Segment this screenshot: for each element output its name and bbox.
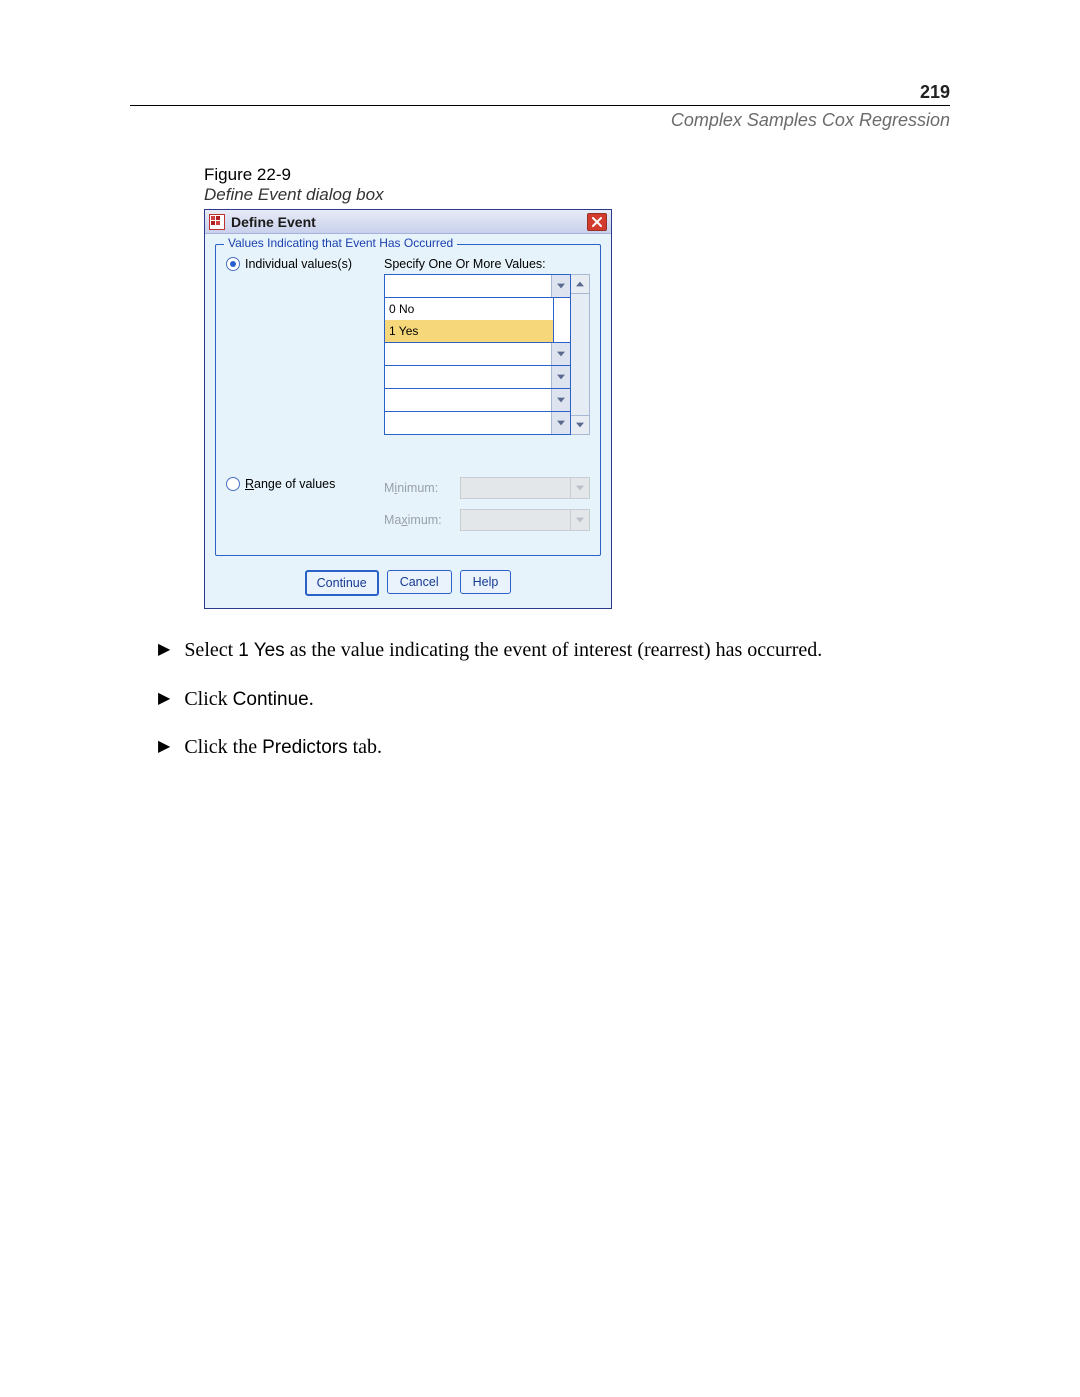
values-cell xyxy=(385,275,551,297)
chevron-down-icon xyxy=(576,485,584,491)
chevron-down-icon xyxy=(576,422,584,428)
radio-dot-icon xyxy=(226,257,240,271)
chevron-down-icon xyxy=(576,517,584,523)
instruction-text: Click the Predictors tab. xyxy=(184,732,382,763)
radio-individual-label: Individual values(s) xyxy=(245,257,352,271)
values-row-2[interactable] xyxy=(385,343,570,366)
continue-button[interactable]: Continue xyxy=(305,570,379,596)
app-icon xyxy=(209,214,225,230)
figure-caption: Define Event dialog box xyxy=(204,185,950,205)
radio-range-of-values[interactable]: Range of values xyxy=(226,477,364,491)
values-row-5[interactable] xyxy=(385,412,570,434)
maximum-combo xyxy=(460,509,590,531)
dialog-title: Define Event xyxy=(231,214,587,230)
chevron-down-icon xyxy=(557,397,565,403)
dialog-button-row: Continue Cancel Help xyxy=(215,570,601,596)
dropdown-button[interactable] xyxy=(551,275,570,297)
instruction-text: Select 1 Yes as the value indicating the… xyxy=(184,635,822,666)
values-row-3[interactable] xyxy=(385,366,570,389)
dropdown-button[interactable] xyxy=(551,412,570,434)
instructions-list: ▶ Select 1 Yes as the value indicating t… xyxy=(158,635,950,763)
define-event-dialog: Define Event Values Indicating that Even… xyxy=(204,209,612,609)
close-icon xyxy=(592,217,602,227)
scroll-track[interactable] xyxy=(571,294,589,415)
fieldset-legend: Values Indicating that Event Has Occurre… xyxy=(224,236,457,250)
instruction-item: ▶ Click the Predictors tab. xyxy=(158,732,950,763)
minimum-row: Minimum: xyxy=(384,477,590,499)
dropdown-button[interactable] xyxy=(551,366,570,388)
chevron-up-icon xyxy=(576,281,584,287)
fieldset-values-indicating-event: Values Indicating that Event Has Occurre… xyxy=(215,244,601,556)
cancel-button[interactable]: Cancel xyxy=(387,570,452,594)
minimum-label: Minimum: xyxy=(384,481,450,495)
instruction-text: Click Continue. xyxy=(184,684,313,715)
dropdown-button[interactable] xyxy=(551,389,570,411)
instruction-item: ▶ Select 1 Yes as the value indicating t… xyxy=(158,635,950,666)
close-button[interactable] xyxy=(587,213,607,231)
dropdown-option-0-no[interactable]: 0 No xyxy=(385,298,553,320)
triangle-bullet-icon: ▶ xyxy=(158,687,170,718)
instruction-item: ▶ Click Continue. xyxy=(158,684,950,715)
chevron-down-icon xyxy=(557,374,565,380)
values-grid: 0 No 1 Yes xyxy=(384,274,571,435)
values-scrollbar[interactable] xyxy=(571,274,590,435)
chevron-down-icon xyxy=(557,420,565,426)
values-row-1[interactable]: 0 No 1 Yes xyxy=(385,275,570,298)
dialog-titlebar: Define Event xyxy=(205,210,611,234)
maximum-row: Maximum: xyxy=(384,509,590,531)
scroll-down-button[interactable] xyxy=(571,415,589,434)
help-button[interactable]: Help xyxy=(460,570,512,594)
chevron-down-icon xyxy=(557,351,565,357)
scroll-up-button[interactable] xyxy=(571,275,589,294)
dropdown-button-disabled xyxy=(570,478,589,498)
dropdown-menu: 0 No 1 Yes xyxy=(384,297,554,343)
figure-label: Figure 22-9 xyxy=(204,165,950,185)
chapter-title: Complex Samples Cox Regression xyxy=(130,110,950,131)
chevron-down-icon xyxy=(557,283,565,289)
dropdown-button[interactable] xyxy=(551,343,570,365)
maximum-label: Maximum: xyxy=(384,513,450,527)
header-rule xyxy=(130,105,950,106)
dropdown-option-1-yes[interactable]: 1 Yes xyxy=(385,320,553,342)
triangle-bullet-icon: ▶ xyxy=(158,638,170,669)
dropdown-button-disabled xyxy=(570,510,589,530)
specify-values-label: Specify One Or More Values: xyxy=(384,257,590,271)
radio-dot-icon xyxy=(226,477,240,491)
page-number: 219 xyxy=(130,82,950,103)
values-row-4[interactable] xyxy=(385,389,570,412)
minimum-combo xyxy=(460,477,590,499)
radio-range-label: Range of values xyxy=(245,477,335,491)
triangle-bullet-icon: ▶ xyxy=(158,735,170,766)
radio-individual-values[interactable]: Individual values(s) xyxy=(226,257,364,271)
